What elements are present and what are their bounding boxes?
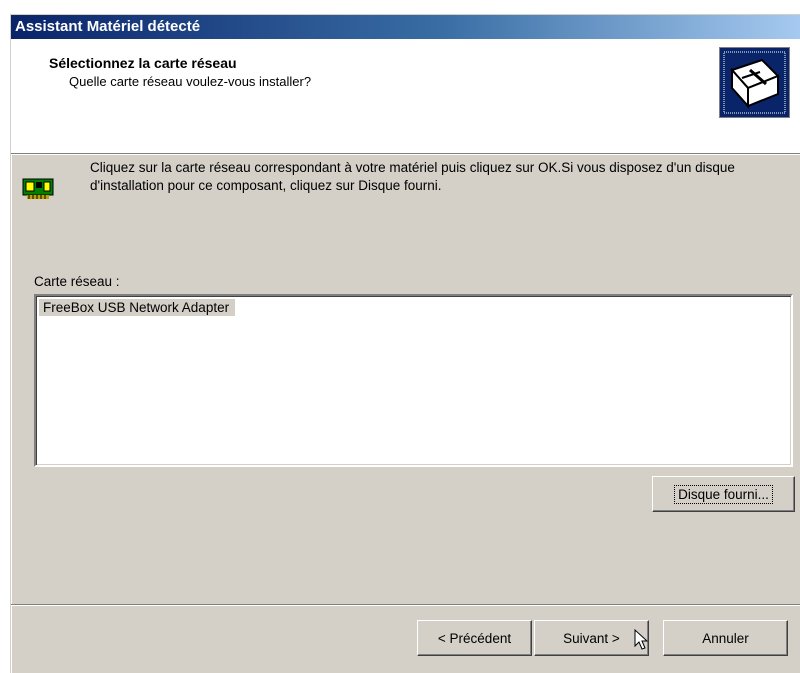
mouse-pointer-icon (634, 628, 649, 654)
back-button[interactable]: < Précédent (417, 620, 532, 656)
cancel-button[interactable]: Annuler (663, 620, 788, 656)
instruction-text: Cliquez sur la carte réseau correspondan… (90, 160, 735, 193)
list-item[interactable]: FreeBox USB Network Adapter (39, 299, 236, 316)
have-disk-label: Disque fourni... (674, 484, 773, 504)
wizard-dialog: Assistant Matériel détecté Sélectionnez … (10, 14, 800, 673)
footer-separator (11, 604, 800, 606)
network-card-listbox[interactable]: FreeBox USB Network Adapter (34, 294, 793, 467)
header-title: Sélectionnez la carte réseau (49, 55, 237, 71)
hardware-wizard-icon (719, 47, 790, 118)
wizard-header: Sélectionnez la carte réseau Quelle cart… (11, 39, 800, 153)
header-separator (11, 153, 800, 155)
network-card-list-label: Carte réseau : (34, 274, 120, 289)
have-disk-button[interactable]: Disque fourni... (652, 476, 795, 512)
network-card-icon (21, 175, 57, 206)
next-button[interactable]: Suivant > (534, 620, 649, 656)
header-subtitle: Quelle carte réseau voulez-vous installe… (69, 74, 312, 89)
window-titlebar[interactable]: Assistant Matériel détecté (11, 15, 800, 39)
